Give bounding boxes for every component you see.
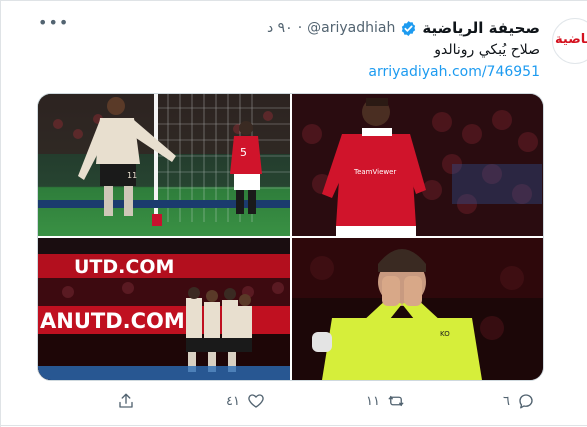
more-options-icon[interactable]: ••• xyxy=(38,15,69,31)
display-name[interactable]: صحيفة الرياضية xyxy=(422,19,540,37)
reply-button[interactable]: ٦ xyxy=(503,388,535,414)
tweet-header: ٩٠ د · @ariyadhiah صحيفة الرياضية xyxy=(267,18,540,38)
reply-count: ٦ xyxy=(503,393,510,409)
photo-salah-celebration[interactable]: 11 5 xyxy=(38,94,290,236)
tweet-time[interactable]: ٩٠ د xyxy=(267,20,293,36)
frame-bottom-border xyxy=(0,425,587,426)
banner-text-1: UTD.COM xyxy=(74,256,174,278)
shirt-number-11: 11 xyxy=(127,171,137,180)
share-icon xyxy=(119,393,133,408)
photo-ronaldo-dejected[interactable]: TeamViewer xyxy=(292,94,543,236)
share-button[interactable] xyxy=(117,388,142,414)
like-button[interactable]: ٤١ xyxy=(226,388,265,414)
photo-liverpool-celebration[interactable]: UTD.COM ANUTD.COM xyxy=(38,238,290,380)
avatar-logo-text: الرياضية xyxy=(555,32,587,47)
shirt-number-5: 5 xyxy=(240,146,247,159)
shirt-sponsor: TeamViewer xyxy=(353,168,396,176)
user-handle[interactable]: @ariyadhiah xyxy=(307,20,395,36)
retweet-icon xyxy=(388,395,404,407)
frame-left-border xyxy=(0,0,1,427)
frame-top-border xyxy=(0,0,587,1)
tweet-text: صلاح يُبكي رونالدو xyxy=(434,42,540,58)
heart-icon xyxy=(248,394,264,408)
reply-icon xyxy=(519,394,533,409)
media-grid: 11 5 TeamViewer UTD.COM ANUTD.COM KO xyxy=(37,93,544,381)
retweet-button[interactable]: ١١ xyxy=(366,388,405,414)
svg-text:KO: KO xyxy=(440,330,450,338)
retweet-count: ١١ xyxy=(366,393,380,409)
tweet-actions: ٤١ ١١ ٦ xyxy=(0,388,587,414)
banner-text-2: ANUTD.COM xyxy=(40,309,185,333)
like-count: ٤١ xyxy=(226,393,240,409)
photo-goalkeeper-dejected[interactable]: KO xyxy=(292,238,543,380)
verified-badge-icon xyxy=(400,20,417,37)
tweet-link[interactable]: arriyadiyah.com/746951 xyxy=(368,64,540,80)
separator-dot: · xyxy=(297,20,303,36)
avatar[interactable]: الرياضية xyxy=(552,18,587,64)
